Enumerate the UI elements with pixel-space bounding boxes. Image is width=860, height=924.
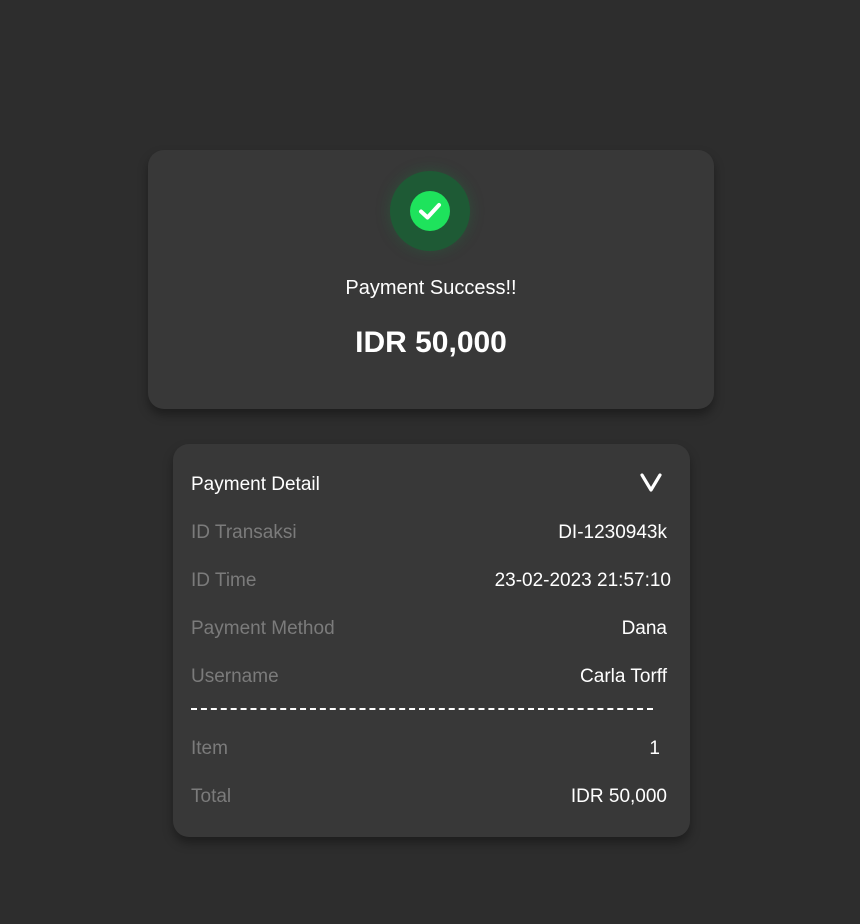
username-label: Username [191,666,279,687]
payment-method-value: Dana [621,618,667,639]
payment-success-title: Payment Success!! [345,277,517,299]
dashed-divider [191,708,653,710]
success-icon-halo [390,171,470,251]
chevron-down-icon[interactable] [639,472,663,494]
transaction-id-label: ID Transaksi [191,522,297,543]
payment-detail-card: Payment Detail ID Transaksi DI-1230943k … [173,444,690,837]
transaction-time-value: 23-02-2023 21:57:10 [494,570,671,591]
payment-detail-title: Payment Detail [191,474,320,495]
transaction-time-label: ID Time [191,570,257,591]
payment-success-card: Payment Success!! IDR 50,000 [148,150,714,409]
payment-result-screen: Payment Success!! IDR 50,000 Payment Det… [0,0,860,924]
payment-method-label: Payment Method [191,618,335,639]
username-value: Carla Torff [580,666,667,687]
total-value: IDR 50,000 [570,786,667,807]
total-label: Total [191,786,232,807]
payment-amount: IDR 50,000 [355,326,507,359]
item-count-label: Item [191,738,228,759]
item-count-value: 1 [649,738,660,759]
check-circle-icon [410,191,450,231]
transaction-id-value: DI-1230943k [558,522,667,543]
